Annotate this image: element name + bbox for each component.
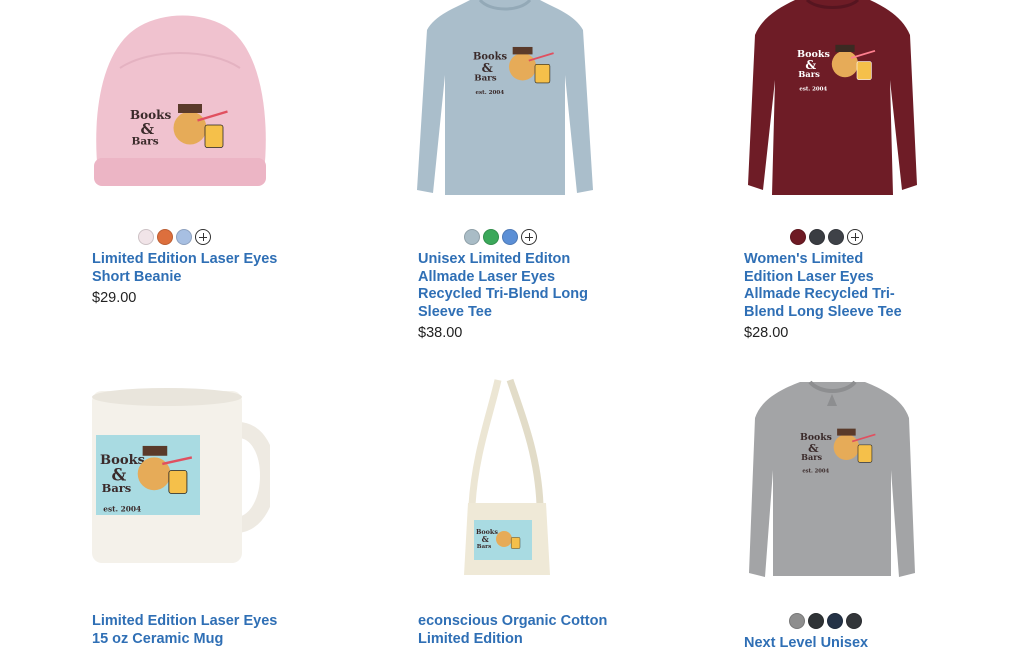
plus-circle-icon[interactable] [847,229,863,245]
color-swatch[interactable] [483,229,499,245]
product-image-light-blue-tee[interactable]: Books & Bars est. 2004 [415,0,595,200]
svg-text:Bars: Bars [132,136,159,148]
color-swatch[interactable] [789,613,805,629]
color-swatch[interactable] [827,613,843,629]
svg-text:est. 2004: est. 2004 [799,86,827,92]
product-title-link[interactable]: Limited Edition Laser Eyes Short Beanie [92,251,292,286]
product-image-beanie[interactable]: Books & Bars [90,8,270,193]
product-image-tote[interactable]: Books & Bars [460,375,555,580]
color-swatches [790,228,863,246]
color-swatch[interactable] [464,229,480,245]
svg-text:est. 2004: est. 2004 [802,469,829,475]
color-swatch[interactable] [176,229,192,245]
color-swatch[interactable] [157,229,173,245]
svg-text:&: & [482,534,490,544]
color-swatch[interactable] [790,229,806,245]
color-swatch[interactable] [502,229,518,245]
svg-text:Bars: Bars [102,481,132,495]
color-swatch[interactable] [808,613,824,629]
plus-circle-icon[interactable] [195,229,211,245]
svg-text:Bars: Bars [798,69,820,79]
product-title-link[interactable]: Unisex Limited Editon Allmade Laser Eyes… [418,251,588,321]
color-swatches [789,612,862,630]
product-title-link[interactable]: Women's Limited Edition Laser Eyes Allma… [744,251,914,321]
svg-text:&: & [482,60,493,75]
product-price: $28.00 [744,325,789,341]
product-title-link[interactable]: Limited Edition Laser Eyes 15 oz Ceramic… [92,613,292,648]
svg-text:Bars: Bars [474,73,497,83]
svg-text:est. 2004: est. 2004 [103,505,141,514]
color-swatches [464,228,537,246]
product-price: $29.00 [92,290,137,306]
product-image-grey-sweatshirt[interactable]: Books & Bars est. 2004 [745,378,920,583]
product-price: $38.00 [418,325,463,341]
color-swatch[interactable] [138,229,154,245]
svg-text:est. 2004: est. 2004 [475,90,504,96]
color-swatch[interactable] [846,613,862,629]
color-swatches [138,228,211,246]
product-image-mug[interactable]: Books & Bars est. 2004 [88,385,270,570]
svg-text:Bars: Bars [477,544,491,550]
product-image-maroon-tee[interactable]: Books & Bars est. 2004 [745,0,920,200]
svg-text:Bars: Bars [801,452,822,462]
plus-circle-icon[interactable] [521,229,537,245]
color-swatch[interactable] [809,229,825,245]
product-title-link[interactable]: econscious Organic Cotton Limited Editio… [418,613,618,648]
color-swatch[interactable] [828,229,844,245]
